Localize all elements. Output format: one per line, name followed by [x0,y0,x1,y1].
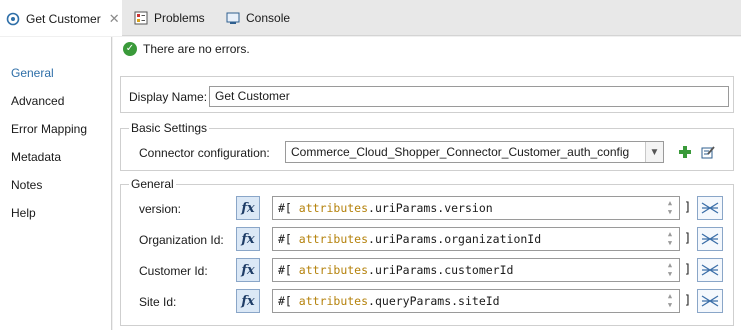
edit-configuration-button[interactable] [699,143,717,161]
customer-id-label: Customer Id: [139,264,208,278]
expand-collapse-icon[interactable]: ▲ ▼ [663,259,677,281]
site-id-label: Site Id: [139,295,177,309]
version-expression-input[interactable]: #[ attributes.uriParams.version ▲ ▼ [272,196,680,220]
fx-toggle-button[interactable]: fx [236,289,260,313]
expand-collapse-icon[interactable]: ▲ ▼ [663,197,677,219]
validation-status: ✓ There are no errors. [123,42,250,56]
site-id-expression-input[interactable]: #[ attributes.queryParams.siteId ▲ ▼ [272,289,680,313]
close-icon[interactable]: ✕ [109,11,120,27]
tab-console[interactable]: Console [226,0,290,36]
general-title: General [129,177,176,191]
property-sidebar: General Advanced Error Mapping Metadata … [0,37,112,330]
tab-problems[interactable]: Problems [134,0,205,36]
fx-toggle-button[interactable]: fx [236,258,260,282]
sidebar-item-general[interactable]: General [11,66,54,80]
organization-id-label: Organization Id: [139,233,224,247]
mapping-button[interactable] [697,196,723,220]
editor-tab-bar: Get Customer ✕ Problems Console [0,0,741,36]
expression-code: #[ attributes.uriParams.version [278,201,493,215]
mapping-button[interactable] [697,227,723,251]
mapping-button[interactable] [697,289,723,313]
check-circle-icon: ✓ [123,42,137,56]
expression-code: #[ attributes.queryParams.siteId [278,294,500,308]
dataweave-mapping-icon [701,295,719,307]
expression-end-bracket: ] [684,231,692,245]
basic-settings-title: Basic Settings [129,121,210,135]
display-name-input[interactable]: Get Customer [209,86,729,107]
dataweave-mapping-icon [701,264,719,276]
add-configuration-button[interactable] [676,143,694,161]
fx-toggle-button[interactable]: fx [236,227,260,251]
basic-settings-group: Basic Settings Connector configuration: … [120,121,734,171]
edit-icon [701,145,715,158]
properties-panel: ✓ There are no errors. Display Name: Get… [113,37,741,330]
expression-code: #[ attributes.uriParams.customerId [278,263,514,277]
tab-label: Get Customer [26,12,101,26]
expand-collapse-icon[interactable]: ▲ ▼ [663,228,677,250]
display-name-label: Display Name: [129,90,208,104]
customer-id-expression-input[interactable]: #[ attributes.uriParams.customerId ▲ ▼ [272,258,680,282]
sidebar-item-metadata[interactable]: Metadata [11,150,61,164]
general-group: General version: fx #[ attributes.uriPar… [120,177,734,326]
chevron-down-icon[interactable]: ▼ [645,142,663,162]
sidebar-item-notes[interactable]: Notes [11,178,42,192]
console-icon [226,11,240,25]
problems-icon [134,11,148,25]
sidebar-item-advanced[interactable]: Advanced [11,94,64,108]
connector-configuration-value: Commerce_Cloud_Shopper_Connector_Custome… [291,145,630,159]
expression-end-bracket: ] [684,200,692,214]
expression-code: #[ attributes.uriParams.organizationId [278,232,542,246]
plus-icon [679,146,691,158]
tab-label: Console [246,11,291,25]
status-text: There are no errors. [143,42,250,56]
flow-icon [6,12,20,26]
expand-collapse-icon[interactable]: ▲ ▼ [663,290,677,312]
organization-id-expression-input[interactable]: #[ attributes.uriParams.organizationId ▲… [272,227,680,251]
tab-label: Problems [154,11,205,25]
display-name-group: Display Name: Get Customer [120,76,734,113]
mapping-button[interactable] [697,258,723,282]
expression-end-bracket: ] [684,293,692,307]
connector-configuration-select[interactable]: Commerce_Cloud_Shopper_Connector_Custome… [285,141,664,163]
expression-end-bracket: ] [684,262,692,276]
sidebar-item-error-mapping[interactable]: Error Mapping [11,122,87,136]
dataweave-mapping-icon [701,202,719,214]
dataweave-mapping-icon [701,233,719,245]
tab-get-customer[interactable]: Get Customer ✕ [0,0,122,36]
version-label: version: [139,202,182,216]
connector-configuration-label: Connector configuration: [139,146,270,160]
fx-toggle-button[interactable]: fx [236,196,260,220]
sidebar-item-help[interactable]: Help [11,206,36,220]
